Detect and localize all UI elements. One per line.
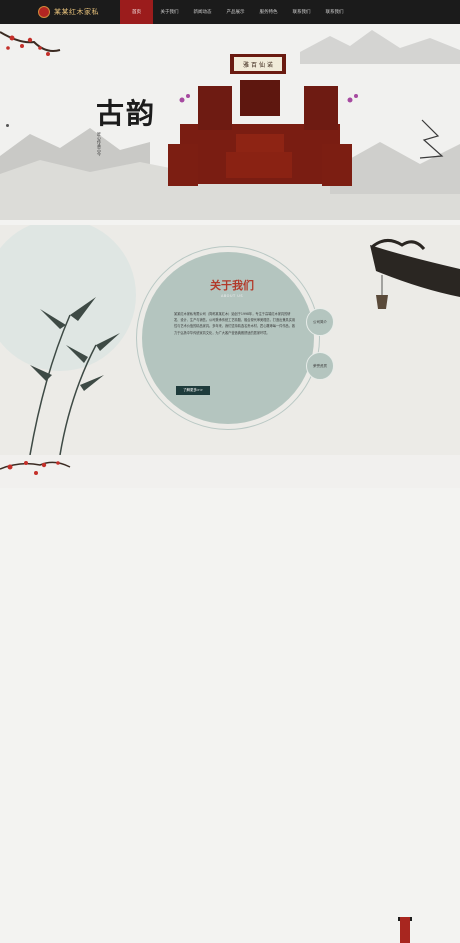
brand-name: 某某红木家私 [54,8,99,16]
nav-item-contact-2[interactable]: 联系我们 [318,0,351,24]
orchid-right [347,94,358,103]
screen-panel [240,80,280,116]
main-menu: 首页 关于我们 新闻动态 产品展示 服务特色 联系我们 联系我们 [120,0,351,24]
nav-item-about[interactable]: 关于我们 [153,0,186,24]
cabinet-left [198,86,232,130]
company-profile-link[interactable]: 公司简介 [306,308,334,336]
hero-artwork: 雅 百 仙 诺 [0,30,460,220]
nav-item-contact[interactable]: 联系我们 [285,0,318,24]
tea-table [226,152,292,178]
about-section: 关于我们 ABOUT US 某某红木家私有限公司（简称某某红木）始创于1998年… [0,225,460,455]
cabinet-right [304,86,338,130]
bottom-artwork [0,461,71,475]
armchair-right [322,144,352,186]
about-body: 某某红木家私有限公司（简称某某红木）始创于1998年，专注于高端红木家具的研发、… [174,312,296,335]
watercolor-circle [0,225,136,371]
dragon-ornament [371,239,426,251]
nav-item-news[interactable]: 新闻动态 [186,0,219,24]
hero-calligraphy: 古韵 [96,97,157,130]
learn-more-button[interactable]: 了解更多>> [176,386,210,395]
brand-seal-icon [38,6,50,18]
nav-item-products[interactable]: 产品展示 [219,0,252,24]
pine-tree [419,119,444,159]
orchid-left [179,94,190,103]
roof-eave [370,245,460,297]
hero-banner: 雅 百 仙 诺 古韵 匠心传承古今 [0,24,460,220]
slider-side-indicator[interactable] [6,124,9,127]
about-subtitle: ABOUT US [220,294,244,298]
honors-link[interactable]: 荣誉资质 [306,352,334,380]
armchair-left [168,144,198,186]
section-badge [400,917,410,943]
next-section-preview [0,455,460,943]
about-title: 关于我们 [210,279,254,292]
plum-blossoms [6,35,50,56]
hero-vertical-text: 匠心传承古今 [97,132,102,156]
nav-item-services[interactable]: 服务特色 [252,0,285,24]
brand-logo[interactable]: 某某红木家私 [0,6,120,18]
nav-item-home[interactable]: 首页 [120,0,153,24]
top-nav: 某某红木家私 首页 关于我们 新闻动态 产品展示 服务特色 联系我们 联系我们 [0,0,460,24]
mountain-top-right [300,30,460,64]
svg-text:雅 百 仙 诺: 雅 百 仙 诺 [243,61,273,69]
wind-bell [376,295,388,309]
